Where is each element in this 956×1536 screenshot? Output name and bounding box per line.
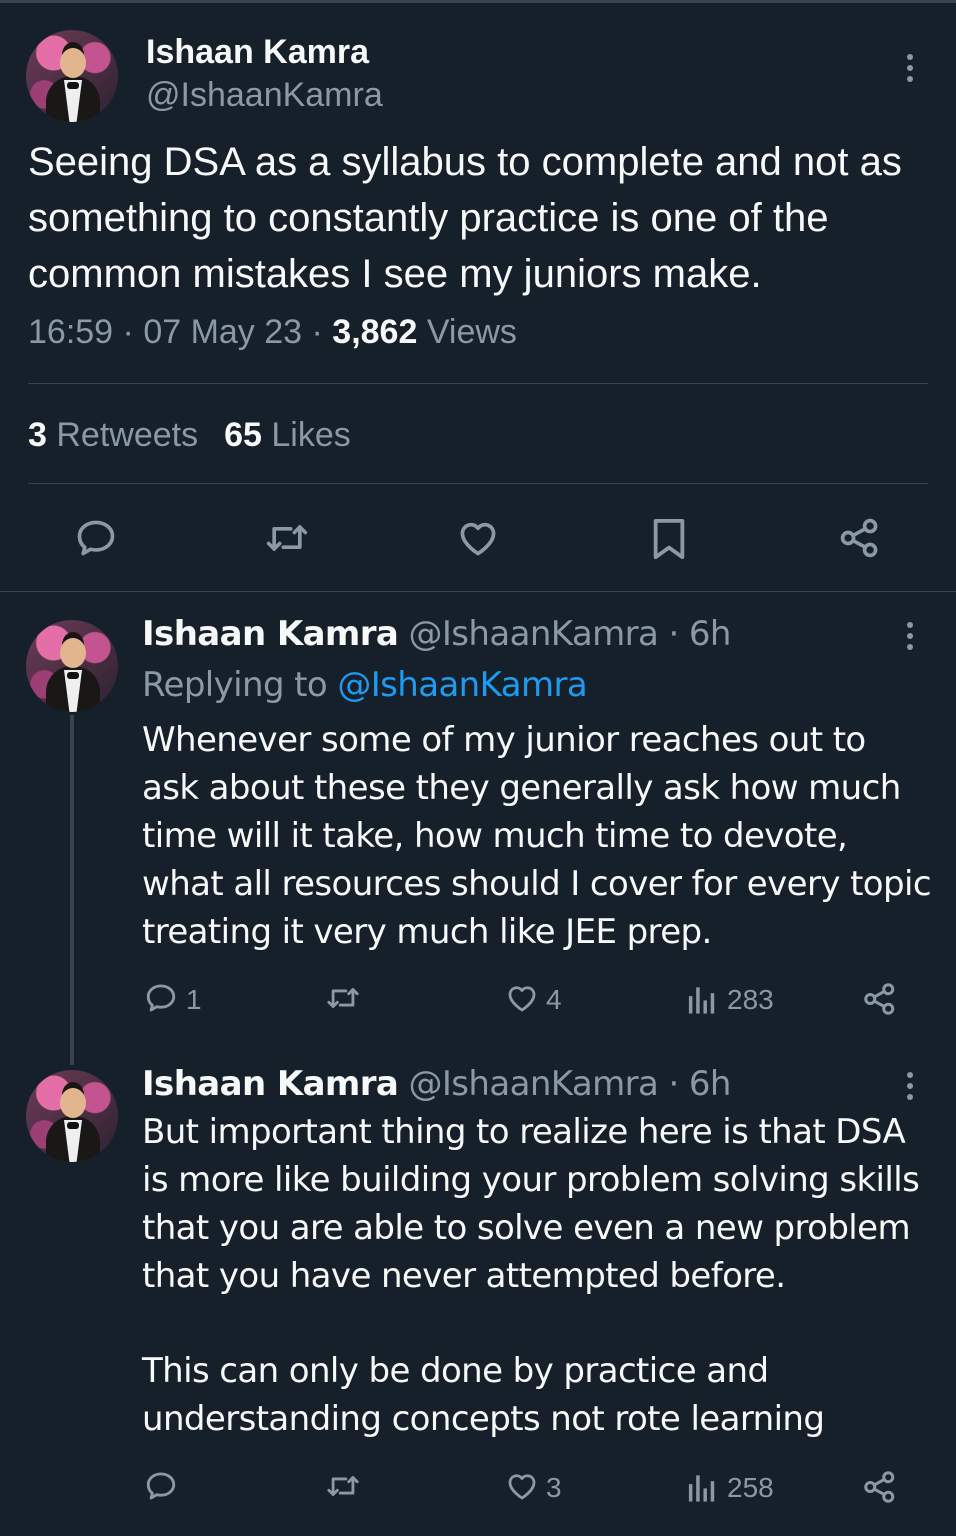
views-icon[interactable]	[687, 983, 717, 1015]
tweet-text: Seeing DSA as a syllabus to complete and…	[28, 140, 902, 296]
like-count: 3	[546, 1472, 562, 1503]
likes-stat[interactable]: 65 Likes	[224, 416, 351, 454]
engagement-stats: 3 Retweets 65 Likes	[28, 416, 351, 455]
divider	[28, 383, 928, 384]
bookmark-icon[interactable]	[648, 516, 690, 562]
tweet-age[interactable]: 6h	[689, 1064, 732, 1104]
thread-line	[70, 715, 74, 1065]
reply-icon[interactable]	[144, 1469, 178, 1503]
tweet-meta: 16:59 · 07 May 23 · 3,862 Views	[28, 313, 517, 351]
tweet-age[interactable]: 6h	[689, 614, 732, 654]
reply-text-paragraph-1: But important thing to realize here is t…	[142, 1112, 920, 1296]
author-name[interactable]: Ishaan Kamra	[142, 614, 399, 654]
author-handle[interactable]: @IshaanKamra	[146, 76, 383, 115]
divider	[28, 483, 928, 484]
reply-icon[interactable]	[144, 981, 178, 1015]
likes-count: 65	[224, 416, 262, 454]
reply-count: 1	[186, 984, 202, 1015]
share-icon[interactable]	[862, 981, 898, 1017]
replying-to: Replying to @IshaanKamra	[142, 665, 588, 705]
top-divider	[0, 0, 956, 3]
reply-header: Ishaan Kamra @IshaanKamra · 6h	[142, 614, 731, 654]
tweet-date[interactable]: 07 May 23	[143, 313, 302, 351]
retweet-icon[interactable]	[263, 516, 311, 560]
author-handle[interactable]: @IshaanKamra	[408, 1064, 658, 1104]
retweets-count: 3	[28, 416, 47, 454]
author-name[interactable]: Ishaan Kamra	[142, 1064, 399, 1104]
replying-to-handle[interactable]: @IshaanKamra	[337, 665, 587, 705]
more-options-icon[interactable]	[906, 1072, 914, 1105]
author-handle[interactable]: @IshaanKamra	[408, 614, 658, 654]
divider	[0, 591, 956, 592]
more-options-icon[interactable]	[906, 622, 914, 655]
view-count: 258	[727, 1472, 774, 1503]
retweet-icon[interactable]	[324, 981, 362, 1015]
like-icon[interactable]	[505, 1469, 539, 1503]
like-icon[interactable]	[505, 981, 539, 1015]
views-count: 3,862	[332, 313, 418, 351]
view-count: 283	[727, 984, 774, 1015]
avatar[interactable]	[26, 1070, 118, 1162]
share-icon[interactable]	[838, 516, 882, 560]
replying-to-label: Replying to	[142, 665, 328, 705]
reply-header: Ishaan Kamra @IshaanKamra · 6h	[142, 1064, 731, 1104]
tweet-time: 16:59	[28, 313, 114, 351]
reply-text: Whenever some of my junior reaches out t…	[142, 720, 932, 952]
author-name[interactable]: Ishaan Kamra	[146, 33, 369, 72]
like-icon[interactable]	[456, 516, 500, 560]
avatar[interactable]	[26, 620, 118, 712]
share-icon[interactable]	[862, 1469, 898, 1505]
like-count: 4	[546, 984, 562, 1015]
avatar[interactable]	[26, 30, 118, 122]
views-icon[interactable]	[687, 1471, 717, 1503]
retweets-label: Retweets	[56, 416, 199, 454]
more-options-icon[interactable]	[906, 54, 914, 87]
reply-text-paragraph-2: This can only be done by practice and un…	[142, 1351, 825, 1439]
retweet-icon[interactable]	[324, 1469, 362, 1503]
retweets-stat[interactable]: 3 Retweets	[28, 416, 198, 454]
reply-icon[interactable]	[74, 516, 118, 560]
views-label: Views	[426, 313, 517, 351]
likes-label: Likes	[271, 416, 351, 454]
